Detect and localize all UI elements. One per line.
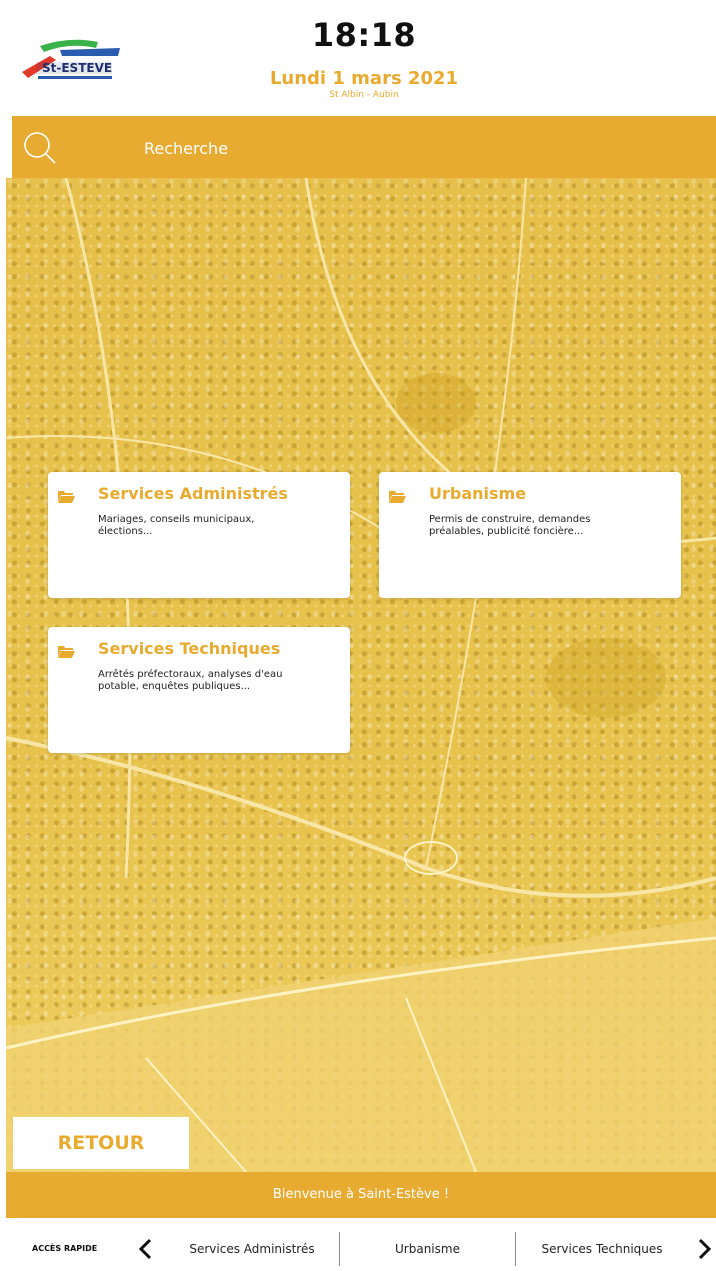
search-bar	[12, 116, 716, 178]
card-urbanisme[interactable]: Urbanisme Permis de construire, demandes…	[379, 472, 681, 598]
welcome-banner: Bienvenue à Saint-Estève !	[6, 1172, 716, 1218]
header: St-ESTEVE 18:18 Lundi 1 mars 2021 St Alb…	[12, 0, 716, 116]
search-icon[interactable]	[22, 130, 56, 164]
card-title: Services Administrés	[98, 484, 288, 503]
card-description: Permis de construire, demandes préalable…	[429, 514, 591, 537]
current-date: Lundi 1 mars 2021	[269, 68, 459, 89]
chevron-right-icon[interactable]	[698, 1238, 712, 1260]
quick-link-services-administres[interactable]: Services Administrés	[166, 1242, 338, 1256]
folder-icon	[389, 488, 406, 503]
folder-icon	[58, 488, 75, 503]
saint-of-day: St Albin - Aubin	[329, 90, 399, 100]
quick-access-label: ACCÈS RAPIDE	[32, 1244, 98, 1253]
quick-link-urbanisme[interactable]: Urbanisme	[340, 1242, 515, 1256]
quick-link-services-techniques[interactable]: Services Techniques	[516, 1242, 688, 1256]
card-description: Arrêtés préfectoraux, analyses d'eau pot…	[98, 669, 283, 692]
chevron-left-icon[interactable]	[138, 1238, 152, 1260]
card-services-techniques[interactable]: Services Techniques Arrêtés préfectoraux…	[48, 627, 350, 753]
folder-icon	[58, 643, 75, 658]
card-title: Urbanisme	[429, 484, 527, 503]
clock-time: 18:18	[311, 16, 417, 54]
card-services-administres[interactable]: Services Administrés Mariages, conseils …	[48, 472, 350, 598]
card-description: Mariages, conseils municipaux, élections…	[98, 514, 255, 537]
back-button[interactable]: RETOUR	[13, 1117, 189, 1169]
card-title: Services Techniques	[98, 639, 281, 658]
quick-access-bar: ACCÈS RAPIDE Services Administrés Urbani…	[0, 1218, 716, 1271]
search-input[interactable]	[142, 135, 646, 161]
